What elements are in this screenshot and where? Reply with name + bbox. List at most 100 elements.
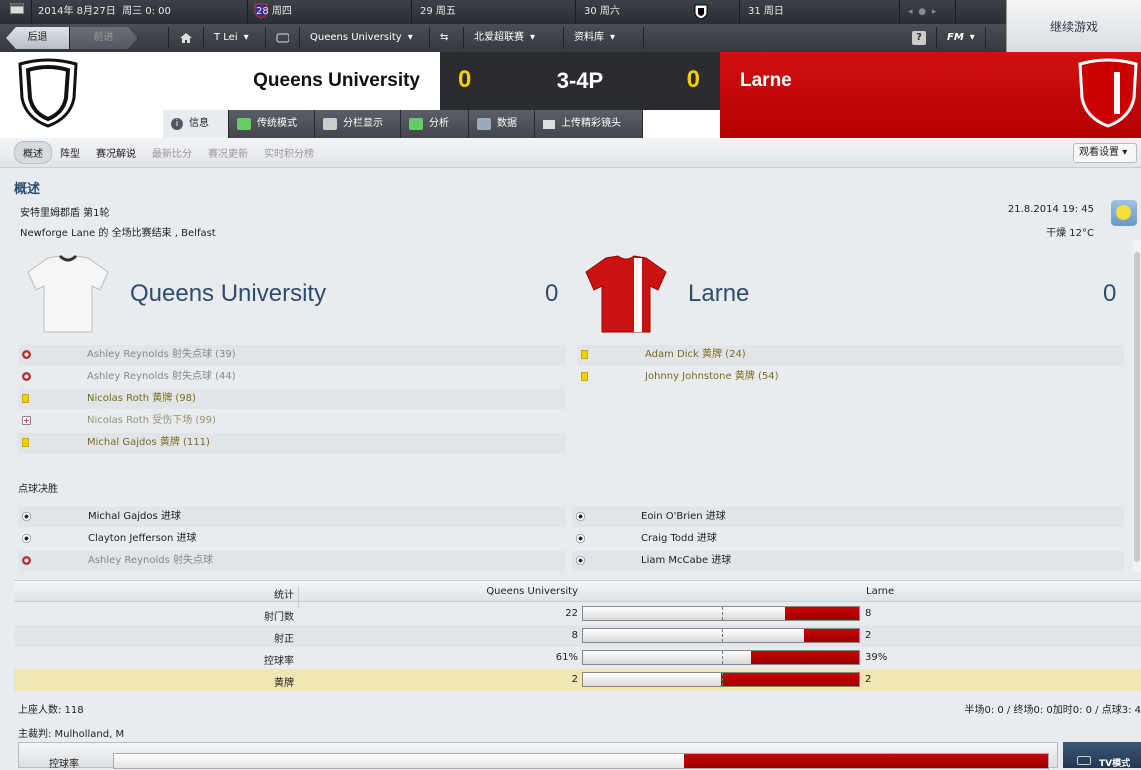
stat-row: 射正 8 2 [14, 625, 1141, 647]
penalty-text[interactable]: Eoin O'Brien 进球 [641, 507, 726, 527]
tab-split[interactable]: 分栏显示 [315, 110, 401, 138]
home-team-title[interactable]: Queens University [130, 280, 326, 308]
stat-label: 射正 [274, 634, 294, 645]
tab-upload[interactable]: 上传精彩镜头 [535, 110, 643, 138]
back-label: 后退 [27, 32, 48, 43]
scrollbar[interactable] [1133, 240, 1141, 572]
stat-bar [582, 606, 860, 621]
subtab-match-updates[interactable]: 赛况更新 [200, 142, 256, 163]
home-team-name[interactable]: Queens University [253, 70, 420, 92]
day-29[interactable]: 29 周五 [412, 0, 576, 24]
day-28[interactable]: 28 周四 [248, 0, 412, 24]
fm-menu[interactable]: FM ▾ [936, 27, 986, 49]
home-event-row: Nicolas Roth 黄牌 (98) [18, 389, 566, 409]
inbox-icon[interactable] [266, 27, 300, 49]
tab-analysis[interactable]: 分析 [401, 110, 469, 138]
tv-mode-button[interactable]: TV模式 [1063, 742, 1141, 769]
subtab-formation[interactable]: 阵型 [52, 142, 88, 163]
possession-bar [113, 753, 1049, 769]
chevron-down-icon: ▾ [610, 32, 616, 43]
calendar-icon[interactable] [0, 0, 32, 24]
day-31[interactable]: 31 周日 [740, 0, 900, 24]
event-text[interactable]: Adam Dick 黄牌 (24) [645, 345, 746, 365]
manager-menu[interactable]: T Lei ▾ [204, 27, 266, 49]
pitch-icon [237, 118, 251, 130]
overview-title: 概述 [14, 182, 41, 197]
chevron-down-icon: ▾ [407, 32, 413, 43]
day-30[interactable]: 30 周六 [576, 0, 740, 24]
away-kit-icon [584, 254, 668, 337]
away-team-title[interactable]: Larne [688, 280, 749, 308]
away-penalty-row: Liam McCabe 进球 [572, 551, 1124, 571]
possession-bar-panel: 控球率 [18, 742, 1058, 770]
home-icon[interactable] [168, 27, 204, 49]
event-text[interactable]: Ashley Reynolds 射失点球 (39) [87, 345, 236, 365]
stat-label: 射门数 [264, 612, 294, 623]
stat-bar [582, 628, 860, 643]
penalty-text[interactable]: Clayton Jefferson 进球 [88, 529, 196, 549]
tab-info[interactable]: i 信息 [163, 110, 229, 138]
help-icon[interactable]: ? [902, 27, 936, 49]
continue-button[interactable]: 继续游戏 [1006, 0, 1141, 52]
home-kit-icon [26, 254, 110, 337]
stat-home-value: 22 [565, 608, 578, 619]
penalty-text[interactable]: Ashley Reynolds 射失点球 [88, 551, 213, 571]
stat-row: 黄牌 2 2 [14, 669, 1141, 691]
subtab-overview[interactable]: 概述 [14, 141, 52, 164]
subtab-live-table[interactable]: 实时积分榜 [256, 142, 322, 163]
forward-button[interactable]: 前进 [70, 27, 138, 49]
database-menu[interactable]: 资料库 ▾ [564, 27, 644, 49]
subtab-latest-scores[interactable]: 最新比分 [144, 142, 200, 163]
penalty-text[interactable]: Michal Gajdos 进球 [88, 507, 181, 527]
stat-bar-away-fill [785, 607, 859, 620]
event-text[interactable]: Nicolas Roth 受伤下场 (99) [87, 411, 216, 431]
stat-home-value: 2 [571, 674, 578, 685]
stat-away-value: 8 [865, 608, 872, 619]
info-icon: i [171, 118, 183, 130]
time-text: 0: 00 [145, 6, 171, 17]
match-tabs: i 信息 传统模式 分栏显示 分析 数据 上传精彩镜头 [163, 110, 643, 138]
event-text[interactable]: Johnny Johnstone 黄牌 (54) [645, 367, 779, 387]
switch-icon[interactable]: ⇆ [430, 27, 464, 49]
penalty-text[interactable]: Craig Todd 进球 [641, 529, 717, 549]
back-button[interactable]: 后退 [6, 27, 70, 49]
day-scroller[interactable]: ◂ ● ▸ [900, 0, 956, 24]
home-event-row: Ashley Reynolds 射失点球 (39) [18, 345, 566, 365]
tab-label: 分析 [429, 118, 449, 129]
home-crest-icon[interactable] [16, 58, 80, 131]
stat-away-value: 2 [865, 630, 872, 641]
day-label: 31 周日 [748, 6, 784, 17]
event-text[interactable]: Nicolas Roth 黄牌 (98) [87, 389, 196, 409]
tab-classic[interactable]: 传统模式 [229, 110, 315, 138]
penalty-text[interactable]: Liam McCabe 进球 [641, 551, 731, 571]
stat-home-value: 8 [571, 630, 578, 641]
scrollbar-thumb[interactable] [1134, 252, 1140, 562]
competition[interactable]: 安特里姆郡盾 第1轮 [20, 204, 110, 219]
league-menu[interactable]: 北爱超联赛 ▾ [464, 27, 564, 49]
referee[interactable]: 主裁判: Mulholland, M [18, 725, 124, 740]
stats-header: 统计 Queens University Larne [14, 580, 1141, 608]
tab-label: 传统模式 [257, 118, 297, 129]
subtab-commentary[interactable]: 赛况解说 [88, 142, 144, 163]
away-team-name[interactable]: Larne [740, 70, 792, 92]
stat-bar-away-fill [804, 629, 859, 642]
away-crest-icon[interactable] [1076, 58, 1140, 133]
penalties-title: 点球决胜 [18, 484, 58, 495]
stat-away-value: 2 [865, 674, 872, 685]
event-text[interactable]: Ashley Reynolds 射失点球 (44) [87, 367, 236, 387]
event-text[interactable]: Michal Gajdos 黄牌 (111) [87, 433, 210, 453]
away-penalty-row: Craig Todd 进球 [572, 529, 1124, 549]
attendance: 上座人数: 118 [18, 705, 84, 716]
stat-bar [582, 650, 860, 665]
date-text: 2014年 8月27日 [38, 6, 116, 17]
away-event-row: Johnny Johnstone 黄牌 (54) [577, 367, 1124, 387]
stat-bar-midline [722, 651, 723, 664]
yellow-card-icon [581, 350, 588, 359]
club-menu[interactable]: Queens University ▾ [300, 27, 430, 49]
view-settings-button[interactable]: 观看设置 ▾ [1073, 143, 1137, 163]
stat-bar-midline [722, 629, 723, 642]
sub-tabs: 概述 阵型 赛况解说 最新比分 赛况更新 实时积分榜 [0, 138, 1141, 168]
tab-stats[interactable]: 数据 [469, 110, 535, 138]
day-label: 30 周六 [584, 6, 620, 17]
home-penalty-row: Clayton Jefferson 进球 [18, 529, 566, 549]
